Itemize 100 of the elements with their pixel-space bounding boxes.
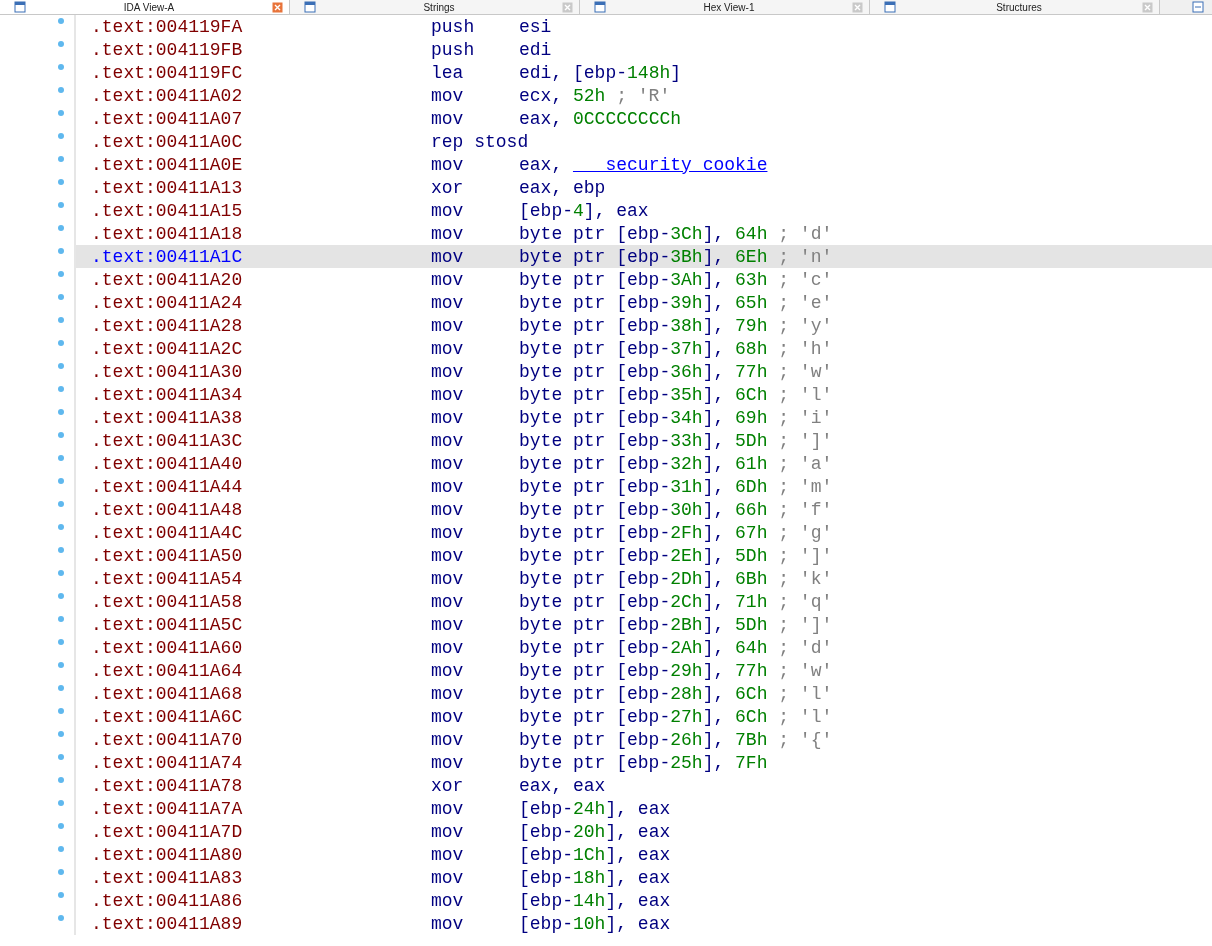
operands: byte ptr [ebp-26h], 7Bh (519, 729, 768, 750)
breakpoint-dot (58, 179, 64, 185)
tab[interactable]: Strings (290, 0, 580, 14)
breakpoint-dot (58, 501, 64, 507)
address: .text:00411A34 (91, 384, 244, 405)
mnemonic: mov (431, 85, 465, 106)
address: .text:004119FC (91, 62, 244, 83)
address: .text:00411A4C (91, 522, 244, 543)
breakpoint-dot (58, 64, 64, 70)
mnemonic: mov (431, 683, 465, 704)
breakpoint-dot (58, 478, 64, 484)
comment: ; ']' (778, 614, 833, 635)
breakpoint-dot (58, 340, 64, 346)
address: .text:00411A78 (91, 775, 244, 796)
mnemonic: mov (431, 522, 465, 543)
breakpoint-dot (58, 18, 64, 24)
close-icon[interactable] (562, 1, 573, 13)
mnemonic: mov (431, 499, 465, 520)
breakpoint-dot (58, 41, 64, 47)
breakpoint-dot (58, 317, 64, 323)
operands: byte ptr [ebp-36h], 77h (519, 361, 768, 382)
operands: byte ptr [ebp-2Ch], 71h (519, 591, 768, 612)
breakpoint-dot (58, 248, 64, 254)
operands: byte ptr [ebp-2Dh], 6Bh (519, 568, 768, 589)
address: .text:00411A64 (91, 660, 244, 681)
breakpoint-dot (58, 800, 64, 806)
window-icon (594, 1, 606, 13)
comment: ; 'a' (778, 453, 833, 474)
address: .text:00411A86 (91, 890, 244, 911)
operands: eax, eax (519, 775, 606, 796)
close-icon[interactable] (1142, 1, 1153, 13)
address: .text:00411A83 (91, 867, 244, 888)
breakpoint-dot (58, 777, 64, 783)
comment: ; 'l' (778, 683, 833, 704)
breakpoint-dot (58, 754, 64, 760)
mnemonic: mov (431, 453, 465, 474)
breakpoint-dot (58, 87, 64, 93)
comment: ; 'i' (778, 407, 833, 428)
breakpoint-dot (58, 156, 64, 162)
mnemonic: mov (431, 591, 465, 612)
breakpoint-dot (58, 915, 64, 921)
operands: byte ptr [ebp-38h], 79h (519, 315, 768, 336)
comment: ; 'c' (778, 269, 833, 290)
mnemonic: lea (431, 62, 465, 83)
mnemonic: mov (431, 200, 465, 221)
address: .text:00411A07 (91, 108, 244, 129)
address: .text:00411A70 (91, 729, 244, 750)
comment: ; 'e' (778, 292, 833, 313)
comment: ; ']' (778, 430, 833, 451)
address: .text:00411A13 (91, 177, 244, 198)
window-icon (304, 1, 316, 13)
breakpoint-dot (58, 892, 64, 898)
breakpoint-dot (58, 731, 64, 737)
operands: edi (519, 39, 552, 60)
operands: byte ptr [ebp-39h], 65h (519, 292, 768, 313)
mnemonic: mov (431, 292, 465, 313)
mnemonic: mov (431, 384, 465, 405)
comment: ; 'n' (778, 246, 833, 267)
close-icon[interactable] (852, 1, 863, 13)
mnemonic: mov (431, 246, 465, 267)
mnemonic: push (431, 39, 476, 60)
tab[interactable]: Hex View-1 (580, 0, 870, 14)
address: .text:00411A89 (91, 913, 244, 934)
breakpoint-dot (58, 271, 64, 277)
address: .text:00411A48 (91, 499, 244, 520)
close-icon[interactable] (272, 1, 283, 13)
operands: byte ptr [ebp-29h], 77h (519, 660, 768, 681)
operands: [ebp-14h], eax (519, 890, 671, 911)
operands: byte ptr [ebp-2Eh], 5Dh (519, 545, 768, 566)
comment: ; 'l' (778, 706, 833, 727)
address: .text:00411A0E (91, 154, 244, 175)
breakpoint-dot (58, 570, 64, 576)
comment: ; 'm' (778, 476, 833, 497)
tab[interactable]: IDA View-A (0, 0, 290, 14)
breakpoint-dot (58, 869, 64, 875)
mnemonic: mov (431, 108, 465, 129)
mnemonic: rep stosd (431, 131, 529, 152)
address: .text:00411A40 (91, 453, 244, 474)
breakpoint-dot (58, 593, 64, 599)
mnemonic: mov (431, 844, 465, 865)
mnemonic: mov (431, 545, 465, 566)
tab[interactable]: Structures (870, 0, 1160, 14)
operands: eax, 0CCCCCCCCh (519, 108, 682, 129)
address: .text:00411A7A (91, 798, 244, 819)
operands: byte ptr [ebp-32h], 61h (519, 453, 768, 474)
address: .text:00411A7D (91, 821, 244, 842)
operands: byte ptr [ebp-33h], 5Dh (519, 430, 768, 451)
operands: byte ptr [ebp-27h], 6Ch (519, 706, 768, 727)
breakpoint-dot (58, 708, 64, 714)
address: .text:00411A0C (91, 131, 244, 152)
breakpoint-dot (58, 294, 64, 300)
window-icon[interactable] (1192, 1, 1204, 13)
operands: byte ptr [ebp-2Fh], 67h (519, 522, 768, 543)
breakpoint-dot (58, 547, 64, 553)
address: .text:00411A54 (91, 568, 244, 589)
operands: ecx, 52h (519, 85, 606, 106)
address: .text:00411A38 (91, 407, 244, 428)
operands: byte ptr [ebp-2Ah], 64h (519, 637, 768, 658)
mnemonic: mov (431, 568, 465, 589)
breakpoint-dot (58, 225, 64, 231)
